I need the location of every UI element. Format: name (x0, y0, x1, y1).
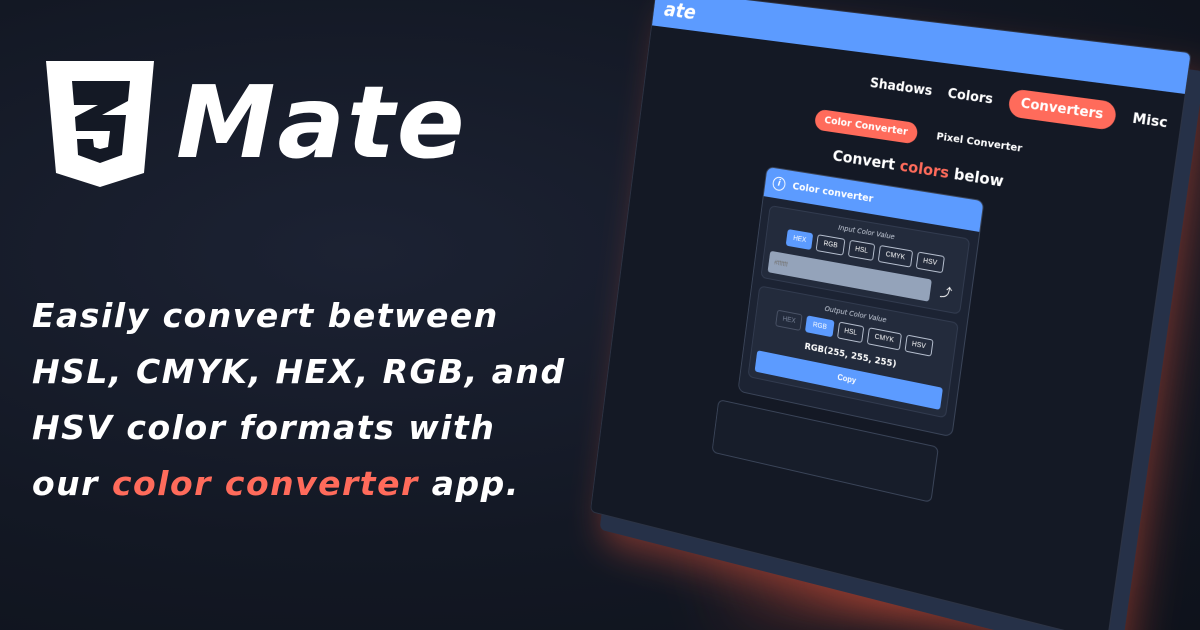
input-format-hsv[interactable]: HSV (915, 251, 945, 273)
input-format-hex[interactable]: HEX (786, 229, 814, 250)
output-format-rgb[interactable]: RGB (805, 315, 834, 337)
css3-shield-icon (40, 55, 160, 191)
card-title: Color converter (792, 181, 874, 205)
nav-item-shadows[interactable]: Shadows (869, 75, 933, 98)
output-format-hsv[interactable]: HSV (904, 334, 934, 356)
input-format-rgb[interactable]: RGB (816, 234, 845, 255)
heading-text: Convert (832, 146, 901, 174)
nav-item-misc[interactable]: Misc (1131, 111, 1168, 132)
tagline-end: app. (419, 464, 520, 503)
card-body: Input Color Value HEX RGB HSL CMYK HSV ⤴… (738, 196, 979, 435)
app-logo[interactable]: ate (663, 0, 697, 24)
heading-end: below (948, 164, 1005, 191)
tagline: Easily convert between HSL, CMYK, HEX, R… (32, 288, 572, 512)
output-format-hex[interactable]: HEX (775, 310, 803, 331)
output-format-hsl[interactable]: HSL (837, 321, 865, 343)
tagline-highlight: color converter (112, 464, 419, 503)
heading-highlight: colors (899, 157, 950, 183)
input-format-hsl[interactable]: HSL (848, 240, 876, 261)
brand-name: Mate (176, 73, 467, 173)
brand-logo: Mate (40, 55, 467, 191)
info-icon[interactable]: i (772, 176, 786, 192)
nav-item-converters[interactable]: Converters (1007, 88, 1118, 131)
input-format-cmyk[interactable]: CMYK (878, 245, 913, 268)
nav-item-colors[interactable]: Colors (947, 86, 994, 107)
swap-arrow-icon[interactable]: ⤴ (935, 282, 957, 306)
output-format-cmyk[interactable]: CMYK (867, 327, 902, 350)
color-converter-card: i Color converter Input Color Value HEX … (737, 166, 984, 437)
